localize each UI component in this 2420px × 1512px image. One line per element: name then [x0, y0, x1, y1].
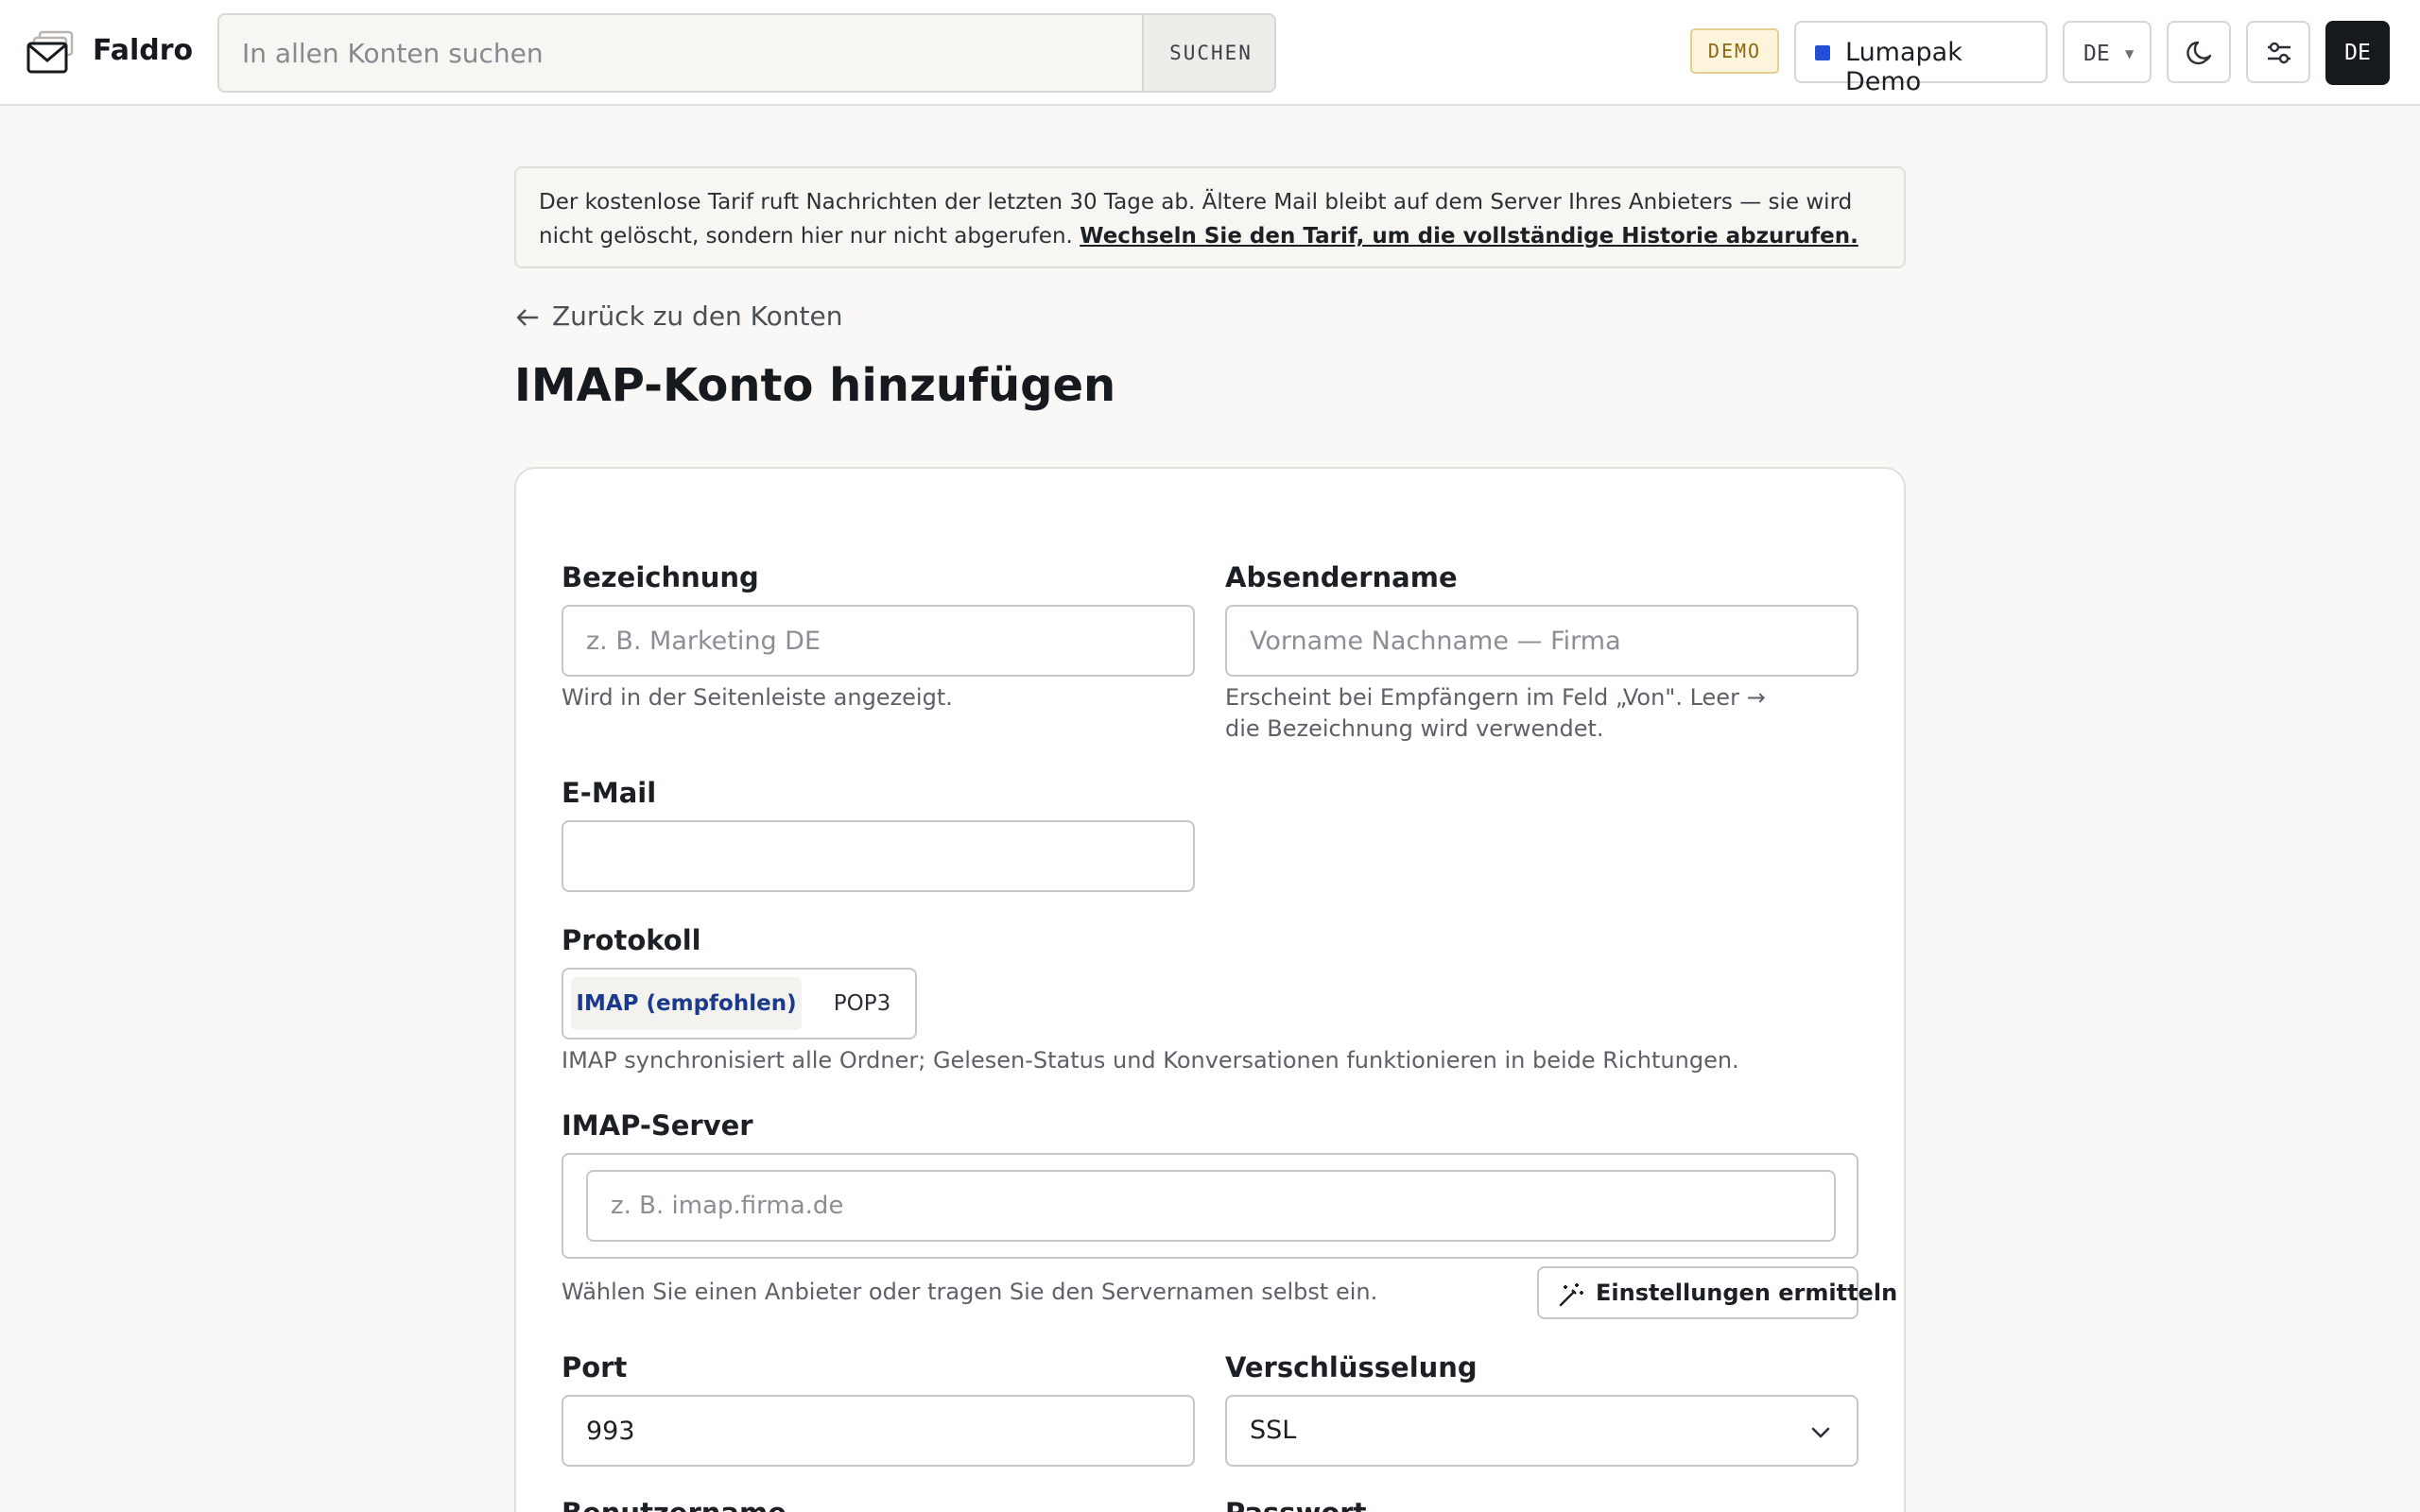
encryption-value: SSL — [1250, 1416, 1297, 1445]
language-label: DE — [2083, 42, 2110, 66]
port-field — [562, 1395, 1195, 1467]
detect-settings-button[interactable]: Einstellungen ermitteln — [1537, 1266, 1897, 1319]
protocol-option-imap[interactable]: IMAP (empfohlen) — [571, 977, 802, 1030]
detect-settings-label: Einstellungen ermitteln — [1596, 1280, 1898, 1306]
settings-button[interactable] — [2246, 21, 2310, 83]
absendername-label: Absendername — [1225, 561, 1458, 593]
caret-down-icon: ▼ — [2125, 47, 2135, 60]
encryption-select[interactable]: SSL — [1225, 1395, 1858, 1467]
server-field — [586, 1170, 1836, 1242]
bezeichnung-field — [562, 605, 1195, 677]
demo-badge: DEMO — [1690, 28, 1779, 74]
plan-notice: Der kostenlose Tarif ruft Nachrichten de… — [514, 166, 1906, 268]
top-bar: Faldro SUCHEN DEMO Lumapak Demo DE ▼ DE — [0, 0, 2420, 106]
protokoll-label: Protokoll — [562, 924, 701, 956]
protocol-option-pop3[interactable]: POP3 — [815, 977, 909, 1030]
chevron-down-icon — [1811, 1427, 1830, 1438]
magic-wand-icon — [1559, 1283, 1583, 1307]
sliders-icon — [2268, 42, 2290, 64]
arrow-left-icon — [516, 309, 538, 326]
protokoll-hint: IMAP synchronisiert alle Ordner; Gelesen… — [562, 1047, 1739, 1074]
port-input[interactable] — [563, 1397, 1193, 1465]
email-label: E-Mail — [562, 777, 657, 809]
absendername-field — [1225, 605, 1858, 677]
language-selector[interactable]: DE ▼ — [2063, 21, 2152, 83]
moon-icon — [2187, 41, 2212, 65]
encryption-label: Verschlüsselung — [1225, 1351, 1478, 1383]
dark-mode-toggle-button[interactable] — [2167, 21, 2231, 83]
app-name: Faldro — [93, 34, 194, 67]
bezeichnung-input[interactable] — [563, 607, 1193, 675]
server-input[interactable] — [588, 1172, 1834, 1240]
port-label: Port — [562, 1351, 628, 1383]
email-field — [562, 820, 1195, 892]
email-input[interactable] — [563, 822, 1193, 890]
server-label: IMAP-Server — [562, 1109, 753, 1142]
page-title: IMAP-Konto hinzufügen — [514, 359, 1116, 412]
account-name: Lumapak Demo — [1845, 38, 1962, 96]
password-label: Passwort — [1225, 1497, 1366, 1512]
upgrade-plan-link[interactable]: Wechseln Sie den Tarif, um die vollständ… — [1080, 224, 1858, 249]
mail-logo-icon[interactable] — [26, 28, 78, 76]
server-combobox — [562, 1153, 1858, 1259]
search-button[interactable]: SUCHEN — [1142, 15, 1274, 91]
absendername-hint: Erscheint bei Empfängern im Feld „Von". … — [1225, 684, 1766, 742]
global-search: SUCHEN — [217, 13, 1276, 93]
bezeichnung-label: Bezeichnung — [562, 561, 759, 593]
server-hint: Wählen Sie einen Anbieter oder tragen Si… — [562, 1279, 1378, 1305]
absendername-input[interactable] — [1227, 607, 1857, 675]
protocol-selector: IMAP (empfohlen) POP3 — [562, 968, 917, 1040]
back-link-label: Zurück zu den Konten — [552, 301, 843, 332]
user-avatar[interactable]: DE — [2325, 21, 2390, 85]
account-color-dot — [1815, 45, 1830, 60]
bezeichnung-hint: Wird in der Seitenleiste angezeigt. — [562, 684, 953, 711]
username-label: Benutzername — [562, 1497, 786, 1512]
account-switcher-button[interactable]: Lumapak Demo — [1794, 21, 2048, 96]
search-input[interactable] — [219, 15, 1142, 91]
